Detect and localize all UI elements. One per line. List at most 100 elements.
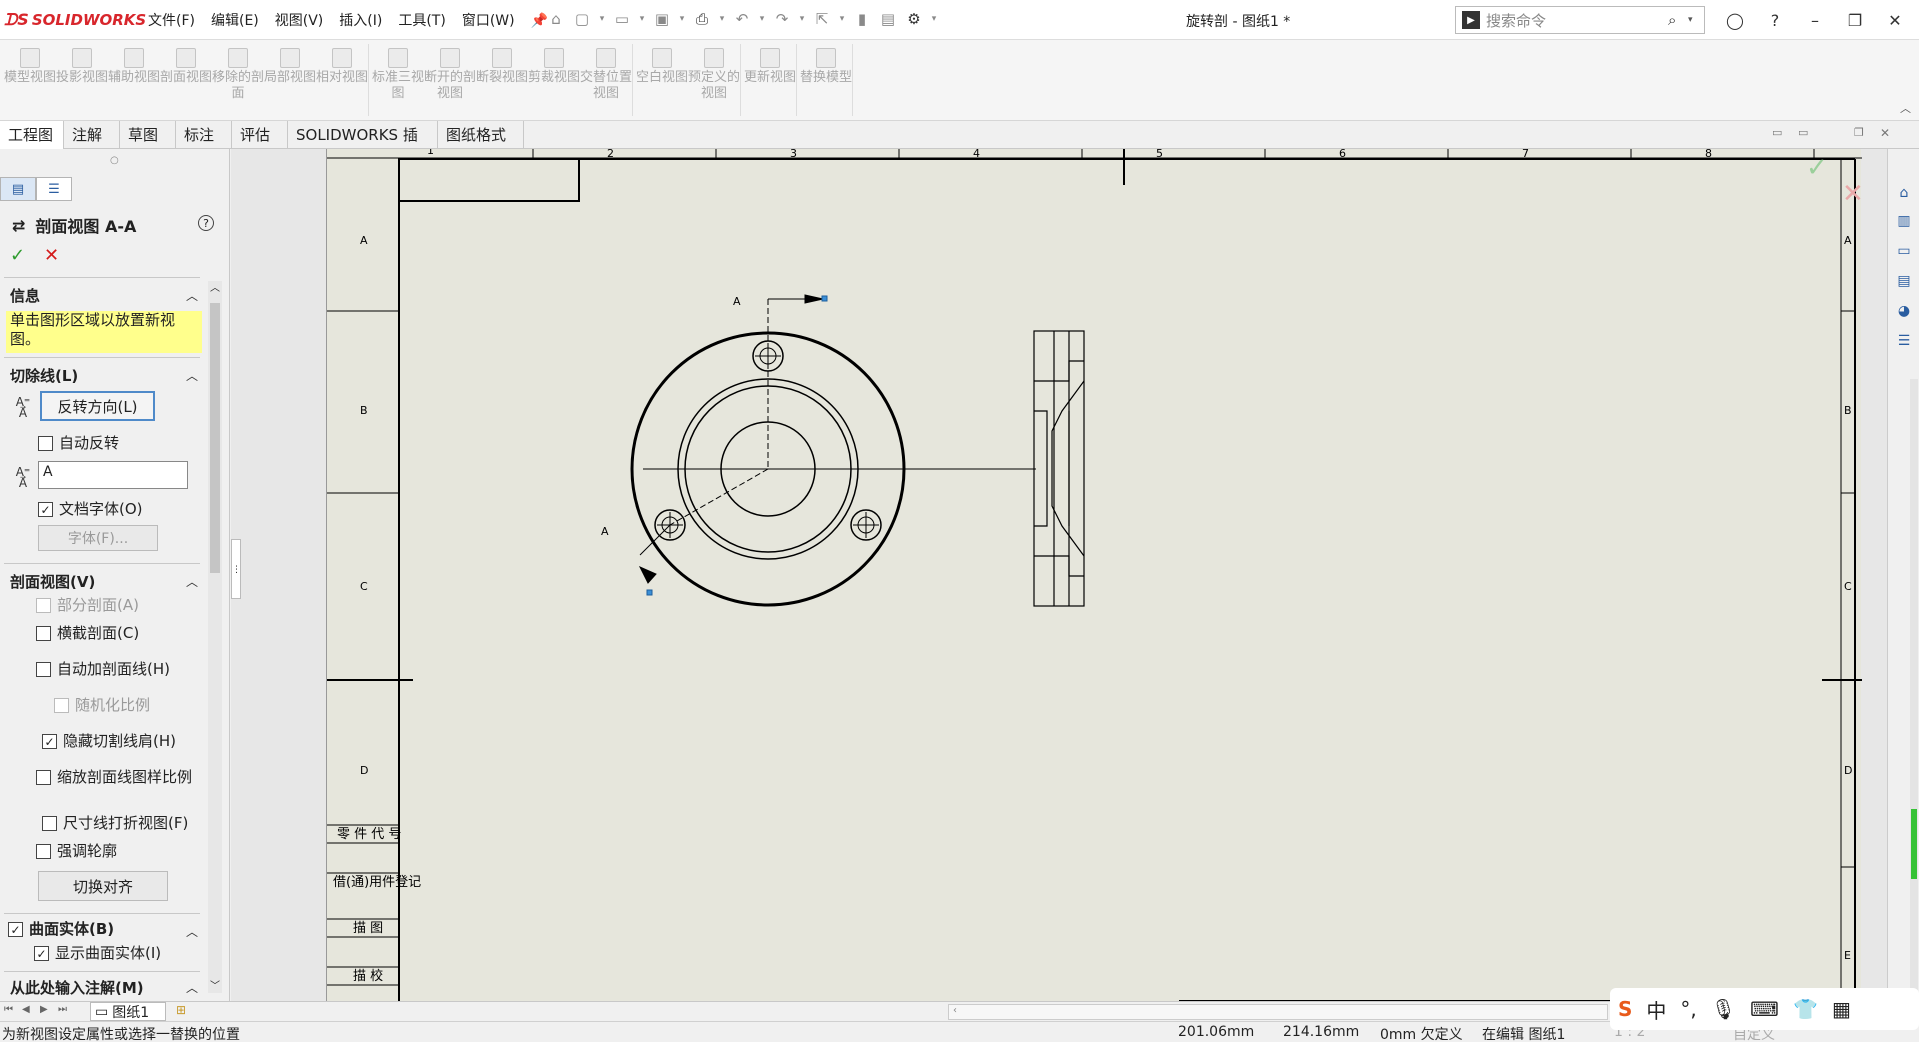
checkbox-box[interactable] [38,436,53,451]
tab-evaluate[interactable]: 评估 [232,121,288,149]
account-icon[interactable]: ◯ [1715,6,1755,34]
close-button[interactable]: ✕ [1875,6,1915,34]
confirm-corner-x-icon[interactable]: ✕ [1842,179,1864,209]
panel-close-icon[interactable]: ✕ [1880,126,1890,140]
search-dropdown-icon[interactable]: ▾ [1688,15,1704,25]
flip-direction-button[interactable]: 反转方向(L) [40,391,155,421]
surface-bodies-checkbox[interactable]: ✓ 曲面实体(B) [8,921,114,937]
undo-dropdown-icon[interactable]: ▾ [757,8,767,30]
search-input[interactable]: 搜索命令 [1486,10,1668,31]
panel-minimize-icon[interactable]: ▭ [1772,126,1782,139]
skin-icon[interactable]: 👕 [1793,997,1818,1021]
confirm-corner-check-icon[interactable]: ✓ [1806,153,1828,183]
menu-edit[interactable]: 编辑(E) [203,10,267,32]
doc-font-checkbox[interactable]: ✓ 文档字体(O) [38,501,143,517]
dim-break-checkbox[interactable]: 尺寸线打折视图(F) [42,815,188,831]
home-icon[interactable]: ⌂ [545,8,567,30]
horizontal-scrollbar[interactable]: ‹ [948,1004,1608,1020]
sheet-nav-last-icon[interactable]: ⏭ [58,1004,67,1015]
ribbon-button[interactable]: 剪裁视图 [528,44,580,116]
ribbon-button[interactable]: 标准三视图 [372,44,424,116]
undo-icon[interactable]: ↶ [731,8,753,30]
emphasize-outline-checkbox[interactable]: 强调轮廓 [36,843,117,859]
cutline-label-field[interactable]: A [38,461,188,489]
resources-home-icon[interactable]: ⌂ [1894,183,1914,203]
ribbon-button[interactable]: 交替位置视图 [580,44,632,116]
toolbox-icon[interactable]: ▦ [1832,997,1851,1021]
checkbox-box[interactable] [36,598,51,613]
scale-hatch-checkbox[interactable]: 缩放剖面线图样比例 [36,769,196,785]
scroll-left-icon[interactable]: ‹ [953,1005,957,1016]
checkbox-box[interactable] [36,662,51,677]
help-icon[interactable]: ? [1755,6,1795,34]
task-pane-scrollbar[interactable] [1910,379,1918,999]
surface-collapse-chevron-icon[interactable]: ︿ [186,923,198,940]
menu-window[interactable]: 窗口(W) [454,10,523,32]
file-properties-icon[interactable]: ▤ [877,8,899,30]
scroll-up-icon[interactable]: ︿ [210,279,220,294]
feature-tree-tab-icon[interactable]: ☰ [36,177,72,201]
new-doc-icon[interactable]: ▢ [571,8,593,30]
section-collapse-chevron-icon[interactable]: ︿ [186,573,198,590]
menu-view[interactable]: 视图(V) [267,10,332,32]
checkbox-box[interactable] [36,626,51,641]
tab-markup[interactable]: 标注 [176,121,232,149]
show-surface-checkbox[interactable]: ✓ 显示曲面实体(I) [34,945,161,961]
checkbox-checked-icon[interactable]: ✓ [8,922,23,937]
search-icon[interactable]: ⌕ [1668,11,1688,29]
tab-drawing[interactable]: 工程图 [0,121,64,149]
sheet-nav-prev-icon[interactable]: ◀ [22,1004,30,1015]
scroll-thumb[interactable] [210,303,220,573]
randomize-scale-checkbox[interactable]: 随机化比例 [54,697,150,713]
checkbox-box[interactable] [36,770,51,785]
panel-collapse-handle[interactable]: ⋮ [231,539,241,599]
search-box[interactable]: ▶ 搜索命令 ⌕ ▾ [1455,6,1705,34]
cancel-x-icon[interactable]: ✕ [44,245,59,266]
ribbon-button[interactable]: 替换模型 [800,44,852,116]
custom-properties-icon[interactable]: ☰ [1894,331,1914,351]
save-dropdown-icon[interactable]: ▾ [677,8,687,30]
new-dropdown-icon[interactable]: ▾ [597,8,607,30]
checkbox-checked-icon[interactable]: ✓ [42,734,57,749]
print-dropdown-icon[interactable]: ▾ [717,8,727,30]
cutline-collapse-chevron-icon[interactable]: ︿ [186,367,198,384]
rebuild-icon[interactable]: ▮ [851,8,873,30]
property-manager-tab-icon[interactable]: ▤ [0,177,36,201]
partial-section-checkbox[interactable]: 部分剖面(A) [36,597,139,613]
sogou-s-icon[interactable]: S [1618,997,1632,1021]
menu-tools[interactable]: 工具(T) [390,10,453,32]
info-collapse-chevron-icon[interactable]: ︿ [186,287,198,304]
tab-sketch[interactable]: 草图 [120,121,176,149]
ok-check-icon[interactable]: ✓ [10,245,25,266]
microphone-icon[interactable]: 🎙 [1711,997,1736,1021]
help-circle-icon[interactable]: ? [198,215,214,231]
add-sheet-icon[interactable]: ⊞ [176,1003,186,1017]
ribbon-button[interactable]: 相对视图 [316,44,368,116]
redo-dropdown-icon[interactable]: ▾ [797,8,807,30]
file-explorer-icon[interactable]: ▭ [1894,241,1914,261]
ribbon-button[interactable]: 局部视图 [264,44,316,116]
ribbon-button[interactable]: 移除的剖面 [212,44,264,116]
cutline-section-header[interactable]: 切除线(L) [10,365,78,386]
solidworks-logo[interactable]: ᗪS SOLIDWORKS [4,8,146,32]
ribbon-button[interactable]: 剖面视图 [160,44,212,116]
ribbon-button[interactable]: 断开的剖视图 [424,44,476,116]
ribbon-button[interactable]: 投影视图 [56,44,108,116]
open-dropdown-icon[interactable]: ▾ [637,8,647,30]
scroll-thumb[interactable] [1911,809,1917,879]
ribbon-button[interactable]: 预定义的视图 [688,44,740,116]
ribbon-collapse-chevron-icon[interactable]: ︿ [1900,100,1911,116]
select-dropdown-icon[interactable]: ▾ [837,8,847,30]
tab-addins[interactable]: SOLIDWORKS 插件 [288,121,438,172]
options-gear-icon[interactable]: ⚙ [903,8,925,30]
panel-restore-icon[interactable]: ▭ [1798,126,1808,139]
drawing-sheet[interactable]: 1 2 3 4 5 6 7 8 A B C D A B C D E A A 零 … [326,149,1862,1001]
view-palette-icon[interactable]: ▤ [1894,271,1914,291]
options-dropdown-icon[interactable]: ▾ [929,8,939,30]
slice-section-checkbox[interactable]: 横截剖面(C) [36,625,139,641]
appearances-icon[interactable]: ◕ [1894,301,1914,321]
import-collapse-chevron-icon[interactable]: ︿ [186,979,198,996]
save-icon[interactable]: ▣ [651,8,673,30]
hide-cut-shoulders-checkbox[interactable]: ✓ 隐藏切割线肩(H) [42,733,176,749]
font-button[interactable]: 字体(F)... [38,525,158,551]
